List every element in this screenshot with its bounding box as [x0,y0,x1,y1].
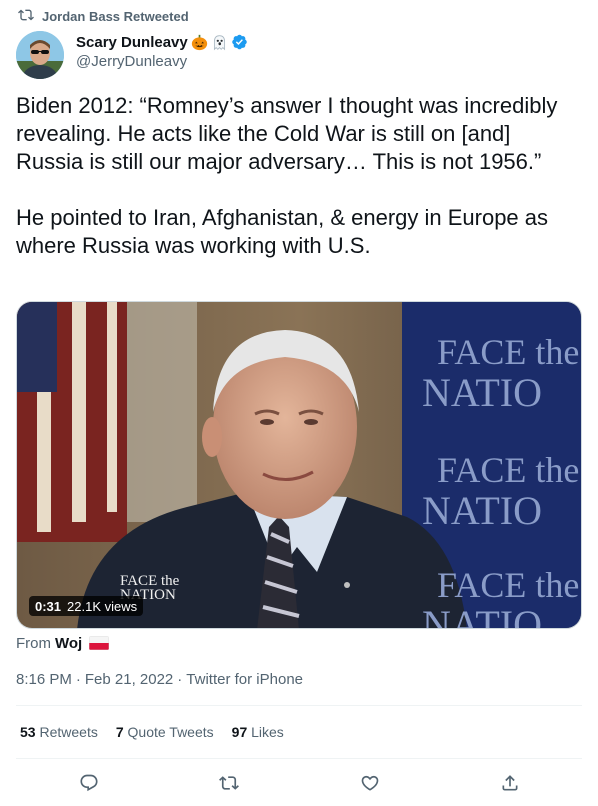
retweet-button[interactable] [216,770,242,796]
media-source: From Woj [16,633,110,653]
share-button[interactable] [497,770,523,796]
backdrop-text: FACE the [437,450,579,490]
retweets-count: 53 [20,724,36,740]
quote-tweets-count: 7 [115,724,124,740]
video-player[interactable]: FACE the NATIO FACE the NATIO FACE the N… [16,301,582,629]
like-icon [361,775,379,791]
retweet-icon [18,7,34,26]
quote-tweets-label: Quote Tweets [127,724,214,740]
author-name[interactable]: Scary Dunleavy [76,34,188,51]
divider [16,758,582,759]
backdrop-text: FACE the [437,332,579,372]
quote-tweets-count-link[interactable]: 7 Quote Tweets [116,724,214,740]
backdrop-text: FACE the [437,565,579,605]
divider [16,705,582,706]
tweet-client-link[interactable]: Twitter for iPhone [186,671,303,688]
retweeted-by-banner[interactable]: Jordan Bass Retweeted [18,7,189,25]
share-icon [502,775,518,791]
video-duration-badge: 0:31 22.1K views [29,596,144,616]
author-handle[interactable]: @JerryDunleavy [76,53,248,70]
source-prefix: From [16,634,51,652]
reply-icon [80,774,98,792]
source-name-link[interactable]: Woj [55,635,82,652]
verified-badge-icon [231,34,248,51]
likes-count-link[interactable]: 97 Likes [232,724,284,740]
backdrop-text: NATIO [422,602,542,629]
tweet-actions [0,768,598,798]
video-thumbnail: FACE the NATIO FACE the NATIO FACE the N… [17,302,581,629]
ghost-icon [211,34,228,51]
backdrop-text: NATIO [422,370,542,415]
tweet-paragraph: He pointed to Iran, Afghanistan, & energ… [16,205,549,258]
tweet-paragraph: Biden 2012: “Romney’s answer I thought w… [16,93,558,174]
likes-label: Likes [251,724,284,740]
retweeted-by-label: Jordan Bass Retweeted [42,8,189,24]
video-views: 22.1K views [67,598,138,614]
tweet-text: Biden 2012: “Romney’s answer I thought w… [16,92,582,260]
pumpkin-icon [191,34,208,51]
reply-button[interactable] [76,770,102,796]
author-avatar[interactable] [16,31,64,79]
video-duration: 0:31 [35,598,62,614]
tweet-time-link[interactable]: 8:16 PM [16,671,72,688]
author-block[interactable]: Scary Dunleavy @JerryDunleavy [76,32,248,70]
likes-count: 97 [231,724,248,740]
meta-separator: · [75,670,81,688]
retweet-icon [219,776,239,790]
tweet-meta: 8:16 PM · Feb 21, 2022 · Twitter for iPh… [16,669,303,689]
tweet-stats: 53 Retweets 7 Quote Tweets 97 Likes [20,722,284,742]
retweets-count-link[interactable]: 53 Retweets [20,724,98,740]
backdrop-text: NATIO [422,488,542,533]
like-button[interactable] [357,770,383,796]
retweets-label: Retweets [39,724,98,740]
poland-flag-icon [89,636,110,650]
meta-separator: · [177,670,183,688]
tweet-date-link[interactable]: Feb 21, 2022 [85,671,173,688]
